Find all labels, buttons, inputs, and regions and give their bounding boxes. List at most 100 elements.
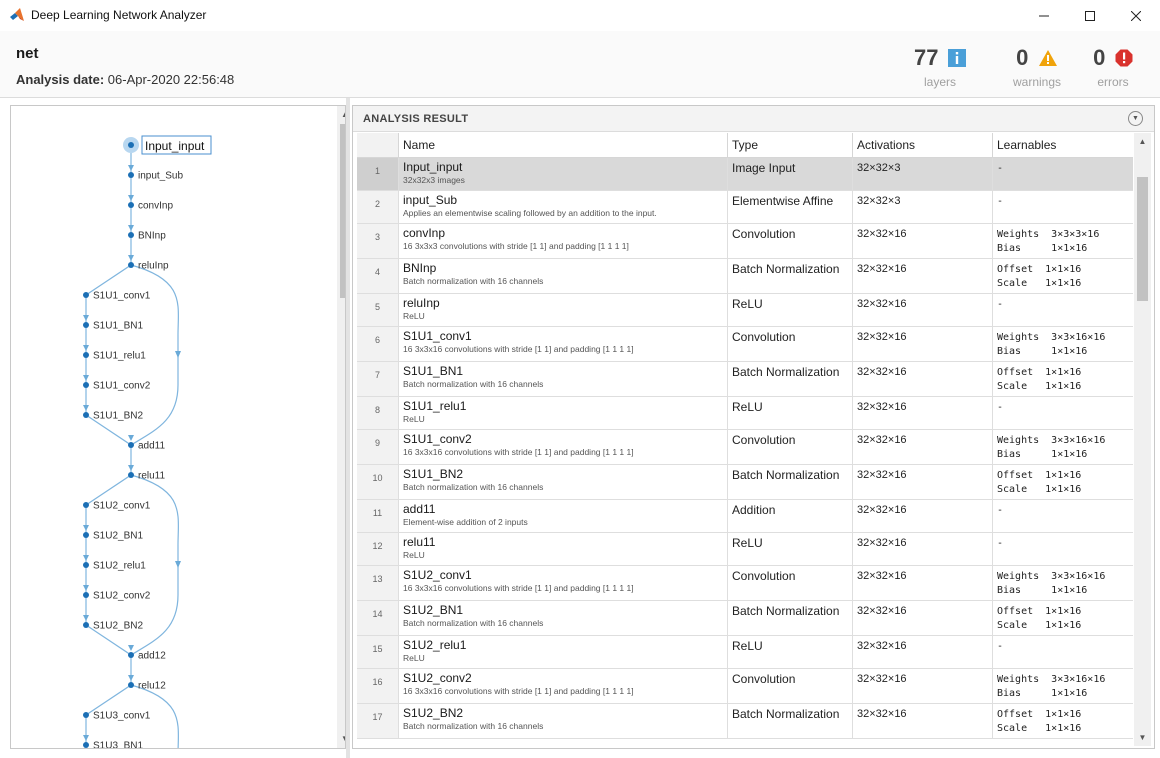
graph-node-label[interactable]: convInp	[138, 201, 173, 212]
table-row[interactable]: 17 S1U2_BN2 Batch normalization with 16 ch…	[357, 704, 1133, 739]
layer-name-cell: add11 Element-wise addition of 2 inputs	[398, 500, 727, 532]
graph-node[interactable]	[128, 472, 134, 478]
table-row[interactable]: 13 S1U2_conv1 16 3x3x16 convolutions with …	[357, 566, 1133, 601]
pane-splitter[interactable]	[346, 98, 350, 758]
graph-node-label[interactable]: S1U3_BN1	[93, 741, 143, 749]
table-row[interactable]: 11 add11 Element-wise addition of 2 inputs…	[357, 500, 1133, 533]
graph-node[interactable]	[83, 532, 89, 538]
network-graph-pane[interactable]: Input_input input_Sub convInp BNInp reluInp S…	[10, 105, 346, 749]
layer-learnables: -	[992, 533, 1133, 565]
table-scrollbar[interactable]: ▲ ▼	[1134, 133, 1151, 746]
table-row[interactable]: 3 convInp 16 3x3x3 convolutions with strid…	[357, 224, 1133, 259]
table-row[interactable]: 7 S1U1_BN1 Batch normalization with 16 cha…	[357, 362, 1133, 397]
layer-description: 16 3x3x16 convolutions with stride [1 1]…	[403, 344, 634, 354]
graph-node[interactable]	[128, 262, 134, 268]
scroll-down-arrow-icon[interactable]: ▼	[337, 730, 345, 746]
graph-node-label[interactable]: reluInp	[138, 261, 169, 272]
table-row[interactable]: 9 S1U1_conv2 16 3x3x16 convolutions with s…	[357, 430, 1133, 465]
layer-description: ReLU	[403, 653, 425, 663]
analysis-date: Analysis date: 06-Apr-2020 22:56:48	[16, 72, 234, 87]
table-row[interactable]: 14 S1U2_BN1 Batch normalization with 16 ch…	[357, 601, 1133, 636]
graph-node[interactable]	[128, 682, 134, 688]
edge-arrowhead	[175, 351, 181, 358]
graph-node-label[interactable]: S1U2_conv2	[93, 591, 151, 602]
graph-node[interactable]	[128, 232, 134, 238]
graph-node-label[interactable]: S1U1_BN2	[93, 411, 143, 422]
graph-node[interactable]	[83, 292, 89, 298]
graph-node[interactable]	[128, 172, 134, 178]
column-header-type[interactable]: Type	[727, 133, 852, 157]
graph-node-label[interactable]: S1U2_BN2	[93, 621, 143, 632]
graph-node[interactable]	[83, 712, 89, 718]
graph-node[interactable]	[83, 592, 89, 598]
scroll-up-arrow-icon[interactable]: ▲	[1134, 133, 1151, 149]
graph-node-label[interactable]: relu11	[138, 471, 165, 482]
table-row[interactable]: 10 S1U1_BN2 Batch normalization with 16 ch…	[357, 465, 1133, 500]
graph-node[interactable]	[83, 562, 89, 568]
edge-arrowhead	[128, 435, 134, 441]
layer-type: Convolution	[727, 327, 852, 361]
graph-node-label[interactable]: S1U1_conv2	[93, 381, 151, 392]
graph-node[interactable]	[83, 622, 89, 628]
graph-node[interactable]	[83, 352, 89, 358]
scroll-down-arrow-icon[interactable]: ▼	[1134, 729, 1151, 745]
graph-node-label[interactable]: add12	[138, 651, 166, 662]
row-index: 1	[357, 158, 398, 190]
column-header-name[interactable]: Name	[398, 133, 727, 157]
table-row[interactable]: 15 S1U2_relu1 ReLU ReLU 32×32×16-	[357, 636, 1133, 669]
layer-activations: 32×32×16	[852, 533, 992, 565]
table-row[interactable]: 12 relu11 ReLU ReLU 32×32×16-	[357, 533, 1133, 566]
table-row[interactable]: 5 reluInp ReLU ReLU 32×32×16-	[357, 294, 1133, 327]
layer-type: Image Input	[727, 158, 852, 190]
layer-name-cell: S1U1_BN1 Batch normalization with 16 chan…	[398, 362, 727, 396]
layer-learnables: Offset 1×1×16 Scale 1×1×16	[992, 704, 1133, 738]
scroll-up-arrow-icon[interactable]: ▲	[337, 106, 345, 122]
graph-node[interactable]	[83, 382, 89, 388]
graph-node-label[interactable]: S1U2_BN1	[93, 531, 143, 542]
table-row[interactable]: 16 S1U2_conv2 16 3x3x16 convolutions with …	[357, 669, 1133, 704]
graph-scrollbar[interactable]: ▲ ▼	[337, 106, 345, 748]
graph-node-label[interactable]: S1U2_conv1	[93, 501, 151, 512]
graph-node-label[interactable]: input_Sub	[138, 171, 183, 182]
column-header-learnables[interactable]: Learnables	[992, 133, 1133, 157]
table-scrollbar-thumb[interactable]	[1137, 177, 1148, 301]
graph-node-label[interactable]: relu12	[138, 681, 166, 692]
minimize-button[interactable]	[1021, 0, 1067, 31]
graph-node-label[interactable]: add11	[138, 441, 166, 452]
graph-node-label[interactable]: S1U2_relu1	[93, 561, 146, 572]
graph-node[interactable]	[128, 442, 134, 448]
layer-type: Convolution	[727, 224, 852, 258]
edge-arrowhead	[128, 645, 134, 651]
graph-node[interactable]	[83, 502, 89, 508]
layer-description: ReLU	[403, 311, 425, 321]
layer-name: input_Sub	[403, 193, 458, 207]
graph-node-label[interactable]: S1U1_relu1	[93, 351, 146, 362]
chevron-down-icon[interactable]: ▼	[1128, 111, 1143, 126]
graph-node[interactable]	[83, 412, 89, 418]
graph-node-label[interactable]: S1U3_conv1	[93, 711, 151, 722]
edge-arrowhead	[83, 315, 89, 321]
maximize-button[interactable]	[1067, 0, 1113, 31]
graph-node[interactable]	[128, 652, 134, 658]
table-row[interactable]: 1 Input_input 32x32x3 images Image Input 32×…	[357, 158, 1133, 191]
table-row[interactable]: 2 input_Sub Applies an elementwise scaling…	[357, 191, 1133, 224]
graph-node-label[interactable]: BNInp	[138, 231, 166, 242]
layer-type: ReLU	[727, 533, 852, 565]
table-header: Name Type Activations Learnables	[357, 133, 1133, 158]
network-graph[interactable]: Input_input input_Sub convInp BNInp reluInp S…	[11, 106, 337, 748]
warnings-count: 0 warnings	[1005, 45, 1069, 89]
graph-node-label[interactable]: S1U1_conv1	[93, 291, 151, 302]
column-header-activations[interactable]: Activations	[852, 133, 992, 157]
graph-node[interactable]	[83, 322, 89, 328]
table-row[interactable]: 4 BNInp Batch normalization with 16 channe…	[357, 259, 1133, 294]
table-row[interactable]: 6 S1U1_conv1 16 3x3x16 convolutions with s…	[357, 327, 1133, 362]
close-button[interactable]	[1113, 0, 1159, 31]
graph-node-label[interactable]: Input_input	[145, 139, 205, 153]
layer-activations: 32×32×16	[852, 704, 992, 738]
graph-node-label[interactable]: S1U1_BN1	[93, 321, 143, 332]
table-row[interactable]: 8 S1U1_relu1 ReLU ReLU 32×32×16-	[357, 397, 1133, 430]
graph-node[interactable]	[83, 742, 89, 748]
graph-node[interactable]	[128, 202, 134, 208]
graph-node[interactable]	[128, 142, 134, 148]
layer-activations: 32×32×16	[852, 601, 992, 635]
